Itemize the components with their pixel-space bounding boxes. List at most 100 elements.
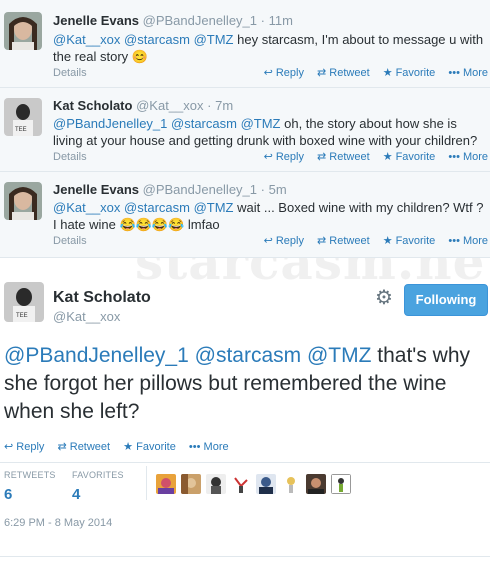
svg-text:TEE: TEE: [16, 313, 28, 319]
favorites-stat[interactable]: FAVORITES 4: [72, 470, 124, 503]
favorite-label: Favorite: [395, 235, 436, 247]
reply-button[interactable]: ↩ Reply: [264, 150, 304, 163]
tweet-text: @PBandJenelley_1 @starcasm @TMZ oh, the …: [53, 115, 485, 149]
favoriter-avatar[interactable]: [281, 474, 301, 494]
more-label: More: [462, 235, 488, 247]
star-icon: ★: [382, 235, 393, 247]
main-author-handle[interactable]: @Kat__xox: [53, 309, 120, 324]
reply-icon: ↩: [263, 151, 273, 163]
mention-link[interactable]: @starcasm: [195, 344, 302, 367]
retweet-label: Retweet: [329, 67, 370, 79]
tweet-text-segment: lmfao: [184, 217, 220, 232]
favoriter-avatar[interactable]: [256, 474, 276, 494]
star-icon: ★: [382, 151, 393, 163]
retweets-count: 6: [4, 486, 13, 503]
tweet-time[interactable]: 11m: [269, 13, 293, 28]
mention-link[interactable]: @TMZ: [307, 344, 371, 367]
stats-separator: [146, 466, 147, 500]
tweet-actions: ↩ Reply ⇄ Retweet ★ Favorite ••• More: [254, 150, 488, 163]
favorite-label: Favorite: [395, 151, 436, 163]
reply-icon: ↩: [263, 235, 273, 247]
favoriter-avatar[interactable]: [156, 474, 176, 494]
tweet-1[interactable]: Jenelle Evans @PBandJenelley_1 · 11m @Ka…: [0, 0, 490, 88]
more-button[interactable]: ••• More: [189, 441, 229, 453]
retweet-button[interactable]: ⇄ Retweet: [317, 66, 370, 79]
retweet-label: Retweet: [329, 235, 370, 247]
mention-link[interactable]: @TMZ: [194, 32, 234, 47]
more-button[interactable]: ••• More: [448, 235, 488, 247]
dot-separator: ·: [260, 182, 265, 197]
mention-link[interactable]: @starcasm: [124, 200, 190, 215]
favoriter-avatar[interactable]: [231, 474, 251, 494]
reply-label: Reply: [16, 441, 45, 453]
reply-button[interactable]: ↩ Reply: [264, 66, 304, 79]
author-name[interactable]: Jenelle Evans: [53, 13, 139, 28]
avatar[interactable]: [4, 12, 42, 50]
tweet-timestamp[interactable]: 6:29 PM - 8 May 2014: [4, 517, 112, 529]
retweet-icon: ⇄: [317, 67, 327, 79]
tweet-2[interactable]: TEE Kat Scholato @Kat__xox · 7m @PBandJe…: [0, 88, 490, 172]
mention-link[interactable]: @PBandJenelley_1: [53, 116, 167, 131]
author-handle[interactable]: @PBandJenelley_1: [143, 13, 257, 28]
mention-link[interactable]: @TMZ: [194, 200, 234, 215]
more-button[interactable]: ••• More: [448, 151, 488, 163]
following-button[interactable]: Following: [404, 284, 488, 316]
more-label: More: [462, 151, 488, 163]
main-author-name[interactable]: Kat Scholato: [53, 289, 151, 307]
more-dots-icon: •••: [448, 67, 460, 79]
avatar[interactable]: TEE: [4, 98, 42, 136]
more-label: More: [462, 67, 488, 79]
retweets-label: RETWEETS: [4, 470, 56, 480]
favorites-count: 4: [72, 486, 81, 503]
star-icon: ★: [123, 441, 134, 453]
favorite-button[interactable]: ★ Favorite: [383, 234, 436, 247]
divider: [0, 462, 490, 463]
star-icon: ★: [382, 67, 393, 79]
favoriter-avatar[interactable]: [306, 474, 326, 494]
mention-link[interactable]: @PBandJenelley_1: [4, 344, 189, 367]
retweet-icon: ⇄: [317, 235, 327, 247]
favoriter-avatar[interactable]: [181, 474, 201, 494]
retweet-label: Retweet: [329, 151, 370, 163]
details-link[interactable]: Details: [53, 151, 87, 163]
mention-link[interactable]: @starcasm: [124, 32, 190, 47]
main-tweet-text: @PBandJenelley_1 @starcasm @TMZ that's w…: [4, 342, 488, 426]
avatar[interactable]: [4, 182, 42, 220]
author-handle[interactable]: @PBandJenelley_1: [143, 182, 257, 197]
retweets-stat[interactable]: RETWEETS 6: [4, 470, 56, 503]
retweet-button[interactable]: ⇄ Retweet: [57, 440, 110, 453]
retweet-icon: ⇄: [317, 151, 327, 163]
details-link[interactable]: Details: [53, 235, 87, 247]
author-handle[interactable]: @Kat__xox: [136, 98, 203, 113]
reply-button[interactable]: ↩ Reply: [264, 234, 304, 247]
tweet-3[interactable]: Jenelle Evans @PBandJenelley_1 · 5m @Kat…: [0, 172, 490, 258]
svg-text:TEE: TEE: [15, 127, 27, 133]
favorite-button[interactable]: ★ Favorite: [123, 440, 176, 453]
retweet-button[interactable]: ⇄ Retweet: [317, 234, 370, 247]
tweet-time[interactable]: 7m: [215, 98, 233, 113]
favorite-button[interactable]: ★ Favorite: [383, 150, 436, 163]
details-link[interactable]: Details: [53, 67, 87, 79]
retweet-label: Retweet: [69, 441, 111, 453]
author-name[interactable]: Jenelle Evans: [53, 182, 139, 197]
tweet-time[interactable]: 5m: [269, 182, 287, 197]
reply-label: Reply: [275, 235, 304, 247]
tweet-text-segment: 😂😂😂😂: [119, 217, 185, 232]
main-avatar[interactable]: TEE: [4, 282, 44, 322]
favorite-button[interactable]: ★ Favorite: [383, 66, 436, 79]
favoriter-avatar[interactable]: [206, 474, 226, 494]
gear-icon[interactable]: ⚙: [372, 286, 396, 310]
more-button[interactable]: ••• More: [448, 67, 488, 79]
mention-link[interactable]: @starcasm: [171, 116, 237, 131]
mention-link[interactable]: @TMZ: [241, 116, 281, 131]
retweet-button[interactable]: ⇄ Retweet: [317, 150, 370, 163]
favoriter-avatar[interactable]: [331, 474, 351, 494]
reply-button[interactable]: ↩ Reply: [4, 440, 44, 453]
mention-link[interactable]: @Kat__xox: [53, 200, 120, 215]
more-dots-icon: •••: [448, 235, 460, 247]
more-dots-icon: •••: [448, 151, 460, 163]
author-name[interactable]: Kat Scholato: [53, 98, 132, 113]
dot-separator: ·: [207, 98, 212, 113]
mention-link[interactable]: @Kat__xox: [53, 32, 120, 47]
dot-separator: ·: [260, 13, 265, 28]
